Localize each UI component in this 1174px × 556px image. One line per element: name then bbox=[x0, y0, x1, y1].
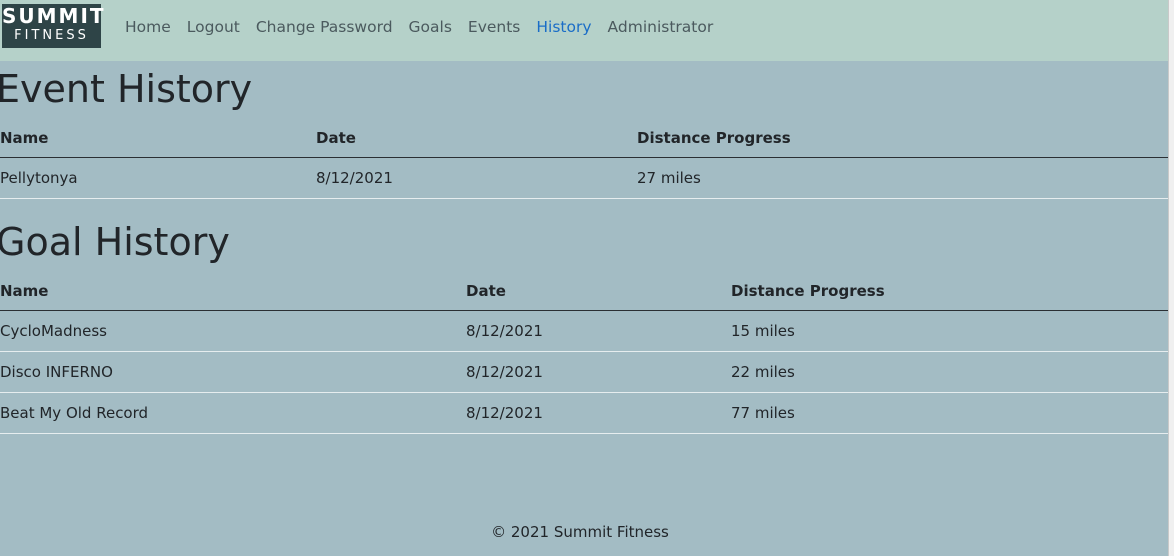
cell-distance-progress: 27 miles bbox=[637, 169, 701, 187]
nav-link-history[interactable]: History bbox=[528, 18, 599, 36]
event-history-table: Name Date Distance Progress Pellytonya 8… bbox=[0, 118, 1168, 199]
nav-link-logout[interactable]: Logout bbox=[179, 18, 248, 36]
nav-link-events[interactable]: Events bbox=[460, 18, 528, 36]
column-header-name: Name bbox=[0, 129, 49, 147]
column-header-distance-progress: Distance Progress bbox=[637, 129, 791, 147]
cell-distance-progress: 15 miles bbox=[731, 322, 795, 340]
table-row: Beat My Old Record 8/12/2021 77 miles bbox=[0, 393, 1168, 434]
logo-line-summit: SUMMIT bbox=[2, 4, 106, 28]
cell-name: Disco INFERNO bbox=[0, 363, 113, 381]
cell-date: 8/12/2021 bbox=[466, 363, 543, 381]
table-header-row: Name Date Distance Progress bbox=[0, 118, 1168, 158]
brand-logo[interactable]: SUMMIT FITNESS bbox=[2, 4, 106, 48]
table-row: Pellytonya 8/12/2021 27 miles bbox=[0, 158, 1168, 199]
cell-name: Beat My Old Record bbox=[0, 404, 149, 422]
navbar: SUMMIT FITNESS Home Logout Change Passwo… bbox=[0, 0, 1168, 61]
column-header-date: Date bbox=[466, 282, 506, 300]
cell-distance-progress: 77 miles bbox=[731, 404, 795, 422]
table-header-row: Name Date Distance Progress bbox=[0, 271, 1168, 311]
goal-history-table: Name Date Distance Progress CycloMadness… bbox=[0, 271, 1168, 434]
cell-name: Pellytonya bbox=[0, 169, 78, 187]
nav-link-goals[interactable]: Goals bbox=[401, 18, 460, 36]
page-scrollbar[interactable] bbox=[1168, 0, 1174, 556]
goal-history-heading: Goal History bbox=[0, 220, 230, 264]
column-header-name: Name bbox=[0, 282, 49, 300]
table-row: CycloMadness 8/12/2021 15 miles bbox=[0, 311, 1168, 352]
nav-link-home[interactable]: Home bbox=[117, 18, 179, 36]
nav-link-administrator[interactable]: Administrator bbox=[600, 18, 722, 36]
nav-links: Home Logout Change Password Goals Events… bbox=[117, 16, 721, 38]
nav-link-change-password[interactable]: Change Password bbox=[248, 18, 401, 36]
cell-date: 8/12/2021 bbox=[316, 169, 393, 187]
cell-name: CycloMadness bbox=[0, 322, 107, 340]
cell-date: 8/12/2021 bbox=[466, 404, 543, 422]
logo-line-fitness: FITNESS bbox=[14, 28, 89, 43]
table-row: Disco INFERNO 8/12/2021 22 miles bbox=[0, 352, 1168, 393]
event-history-heading: Event History bbox=[0, 67, 253, 111]
column-header-distance-progress: Distance Progress bbox=[731, 282, 885, 300]
cell-date: 8/12/2021 bbox=[466, 322, 543, 340]
cell-distance-progress: 22 miles bbox=[731, 363, 795, 381]
page: SUMMIT FITNESS Home Logout Change Passwo… bbox=[0, 0, 1174, 556]
column-header-date: Date bbox=[316, 129, 356, 147]
footer-copyright: © 2021 Summit Fitness bbox=[491, 523, 669, 541]
